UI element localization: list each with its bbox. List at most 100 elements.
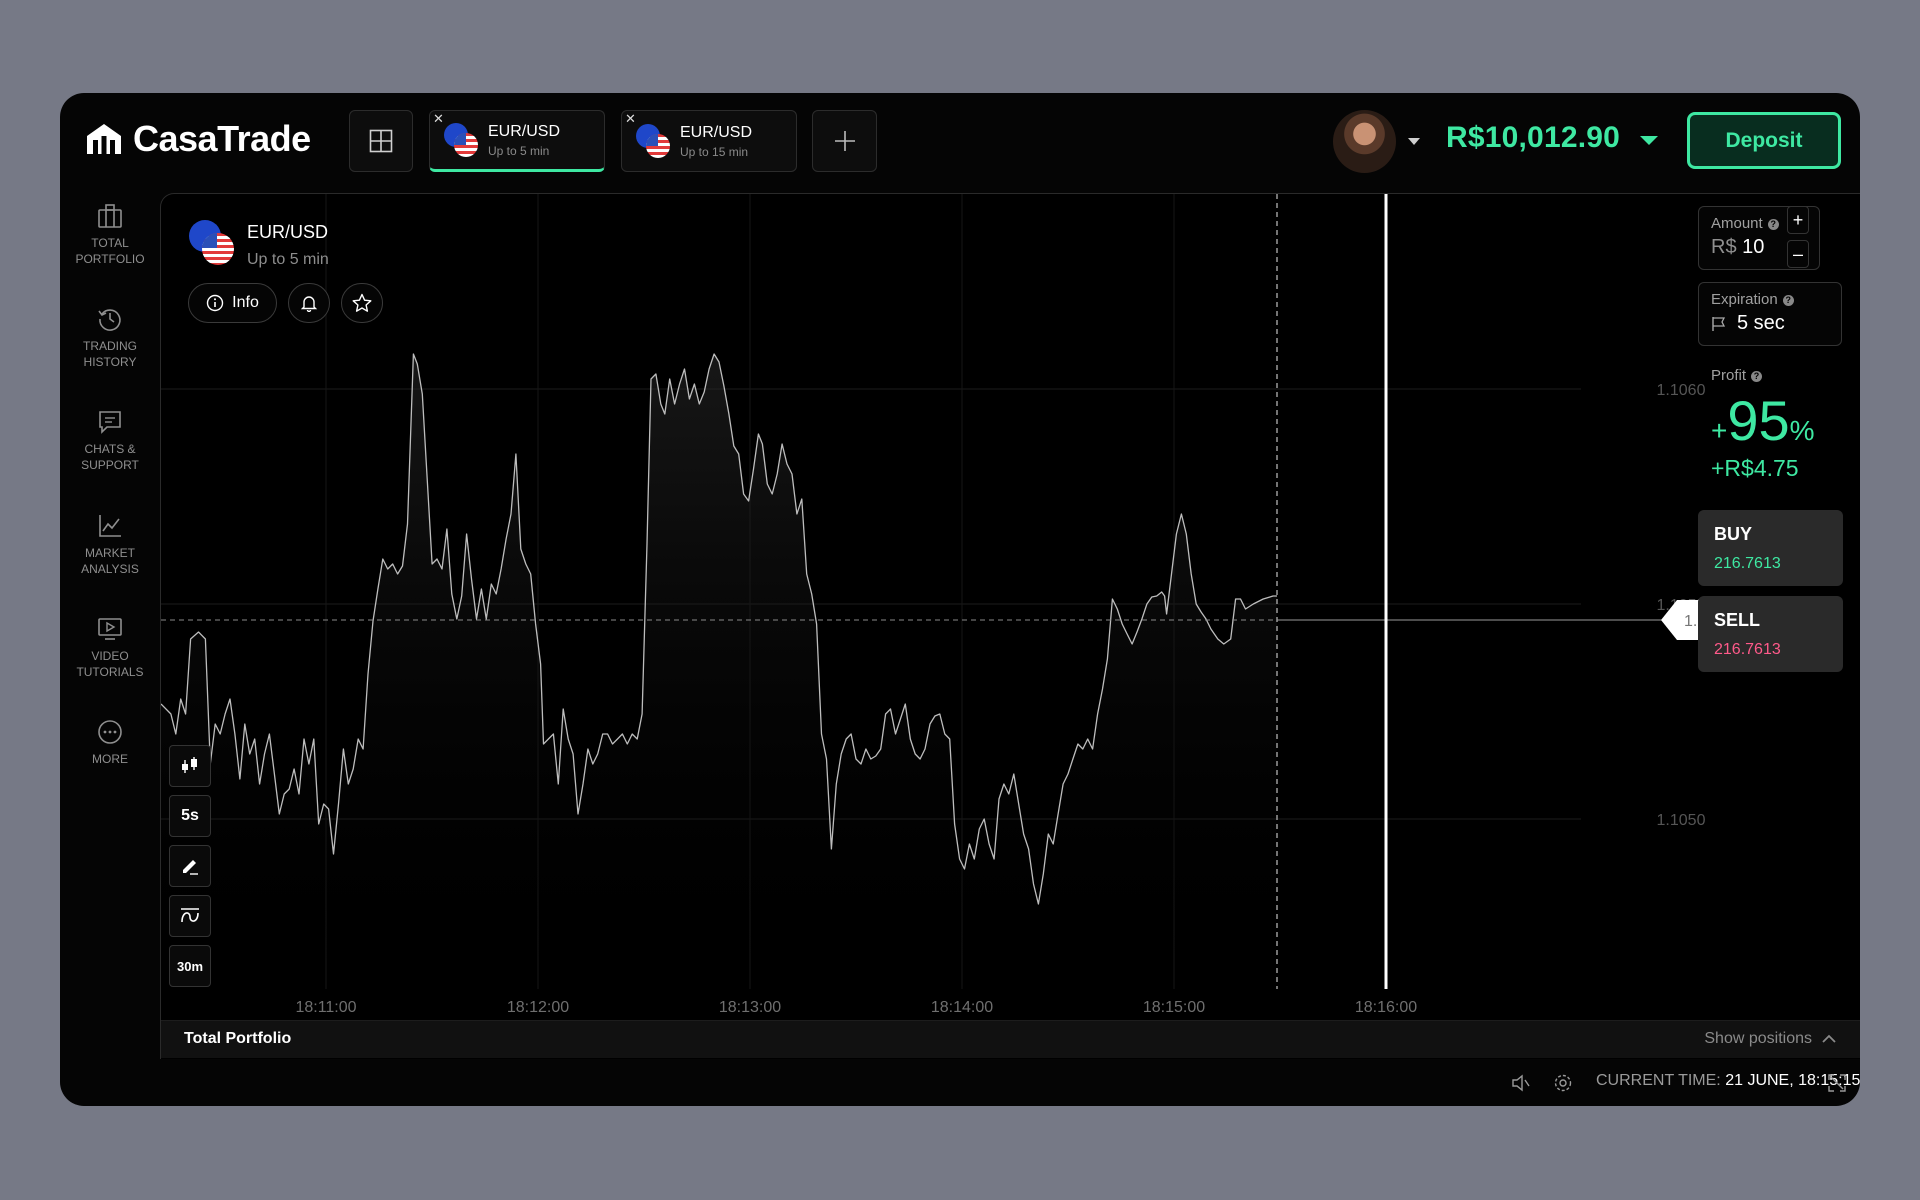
help-icon[interactable]: ? — [1767, 218, 1779, 230]
nav-label: TOTAL PORTFOLIO — [75, 236, 145, 266]
nav-video-tutorials[interactable]: VIDEO TUTORIALS — [60, 616, 160, 680]
profit-sign: + — [1711, 415, 1728, 446]
account-balance[interactable]: R$10,012.90 — [1446, 121, 1620, 155]
house-icon — [87, 124, 121, 154]
nav-market-analysis[interactable]: MARKET ANALYSIS — [60, 513, 160, 577]
x-tick-label: 18:15:00 — [1143, 999, 1205, 1016]
chat-icon — [99, 411, 121, 434]
profit-amount: +R$4.75 — [1711, 455, 1799, 481]
plus-icon — [834, 131, 855, 151]
x-tick-label: 18:11:00 — [295, 999, 356, 1016]
sound-icon[interactable] — [1511, 1074, 1531, 1092]
show-positions-label: Show positions — [1704, 1030, 1812, 1047]
help-icon[interactable]: ? — [1782, 294, 1794, 306]
amount-label: Amount — [1711, 215, 1763, 232]
history-icon — [98, 309, 121, 331]
avatar[interactable] — [1333, 110, 1396, 173]
profit-section: Profit? +95% +R$4.75 — [1698, 367, 1815, 482]
x-tick-label: 18:14:00 — [931, 999, 993, 1016]
expiration-field[interactable]: Expiration? 5 sec — [1698, 282, 1842, 346]
expiration-label: Expiration — [1711, 291, 1778, 308]
pencil-icon — [183, 860, 198, 875]
close-icon[interactable]: ✕ — [625, 111, 636, 127]
more-icon — [98, 720, 122, 744]
eur-usd-flag-icon — [636, 124, 670, 158]
tab-sub: Up to 15 min — [680, 144, 749, 159]
candles-icon — [182, 757, 197, 773]
favorite-button[interactable] — [341, 283, 383, 323]
tab-pair: EUR/USD — [680, 123, 753, 141]
fullscreen-icon[interactable] — [1828, 1074, 1846, 1092]
nav-label: VIDEO TUTORIALS — [76, 649, 144, 679]
deposit-button[interactable]: Deposit — [1687, 112, 1841, 169]
amount-decrease-button[interactable]: – — [1787, 240, 1809, 268]
interval-button[interactable]: 5s — [169, 795, 211, 837]
chevron-down-icon[interactable] — [1408, 138, 1420, 145]
info-label: Info — [232, 294, 259, 311]
star-icon — [352, 293, 372, 312]
nav-chats-support[interactable]: CHATS & SUPPORT — [60, 409, 160, 473]
buy-label: BUY — [1714, 524, 1753, 544]
x-tick-label: 18:16:00 — [1355, 999, 1417, 1016]
gear-icon[interactable] — [1553, 1073, 1573, 1093]
expiration-value: 5 sec — [1737, 312, 1785, 334]
grid-icon — [369, 129, 393, 153]
buy-button[interactable]: BUY 216.7613 — [1698, 510, 1843, 586]
timeframe-button[interactable]: 30m — [169, 945, 211, 987]
asset-tab-2[interactable]: ✕ EUR/USD Up to 15 min — [621, 110, 797, 172]
info-button[interactable]: Info — [188, 283, 277, 323]
portfolio-bar: Total Portfolio Show positions — [161, 1020, 1860, 1058]
x-tick-label: 18:12:00 — [507, 999, 569, 1016]
buy-value: 216.7613 — [1714, 555, 1781, 572]
add-tab-button[interactable] — [812, 110, 877, 172]
time-label: CURRENT TIME: — [1596, 1072, 1721, 1089]
brand-name: CasaTrade — [133, 118, 311, 159]
asset-sub: Up to 5 min — [247, 251, 329, 268]
tab-sub: Up to 5 min — [488, 143, 550, 158]
price-chart[interactable]: 1.10601.10551.105018:11:0018:12:0018:13:… — [161, 194, 1860, 1059]
chevron-up-icon — [1822, 1034, 1836, 1043]
eur-usd-flag-icon — [189, 220, 234, 265]
nav-label: TRADING HISTORY — [83, 339, 137, 369]
nav-total-portfolio[interactable]: TOTAL PORTFOLIO — [60, 203, 160, 267]
asset-tab-1[interactable]: ✕ EUR/USD Up to 5 min — [429, 110, 605, 172]
sell-label: SELL — [1714, 610, 1761, 630]
indicator-icon — [181, 908, 199, 923]
sell-button[interactable]: SELL 216.7613 — [1698, 596, 1843, 672]
tab-pair: EUR/USD — [488, 122, 561, 140]
chart-line-icon — [99, 515, 121, 537]
nav-label: MARKET ANALYSIS — [81, 546, 139, 576]
nav-label: CHATS & SUPPORT — [81, 442, 139, 472]
eur-usd-flag-icon — [444, 123, 478, 157]
x-tick-label: 18:13:00 — [719, 999, 781, 1016]
sell-value: 216.7613 — [1714, 641, 1781, 658]
info-icon — [206, 294, 224, 312]
bell-icon — [300, 296, 318, 312]
amount-value[interactable]: 10 — [1742, 236, 1764, 258]
chart-panel: 1.10601.10551.105018:11:0018:12:0018:13:… — [160, 193, 1860, 1059]
profit-label: Profit — [1711, 367, 1747, 384]
nav-trading-history[interactable]: TRADING HISTORY — [60, 306, 160, 370]
chart-type-button[interactable] — [169, 745, 211, 787]
layout-grid-button[interactable] — [349, 110, 413, 172]
video-icon — [98, 618, 122, 640]
flag-icon — [1712, 316, 1726, 331]
nav-label: MORE — [92, 752, 128, 766]
footer: CURRENT TIME: 21 JUNE, 18:15:15 — [160, 1058, 1860, 1106]
current-time: CURRENT TIME: 21 JUNE, 18:15:15 — [1596, 1072, 1860, 1090]
brand-logo[interactable]: CasaTrade — [85, 118, 311, 159]
alert-button[interactable] — [288, 283, 330, 323]
indicators-button[interactable] — [169, 895, 211, 937]
drawing-button[interactable] — [169, 845, 211, 887]
amount-increase-button[interactable]: + — [1787, 206, 1809, 234]
profit-unit: % — [1789, 415, 1815, 446]
profit-percent: 95 — [1727, 389, 1790, 452]
help-icon[interactable]: ? — [1751, 370, 1763, 382]
nav-more[interactable]: MORE — [60, 719, 160, 767]
amount-currency: R$ — [1711, 236, 1737, 258]
asset-header: EUR/USD Up to 5 min — [189, 220, 329, 269]
show-positions-button[interactable]: Show positions — [1704, 1030, 1836, 1048]
close-icon[interactable]: ✕ — [433, 111, 444, 127]
asset-pair: EUR/USD — [247, 222, 329, 242]
chevron-down-icon[interactable] — [1640, 136, 1658, 145]
